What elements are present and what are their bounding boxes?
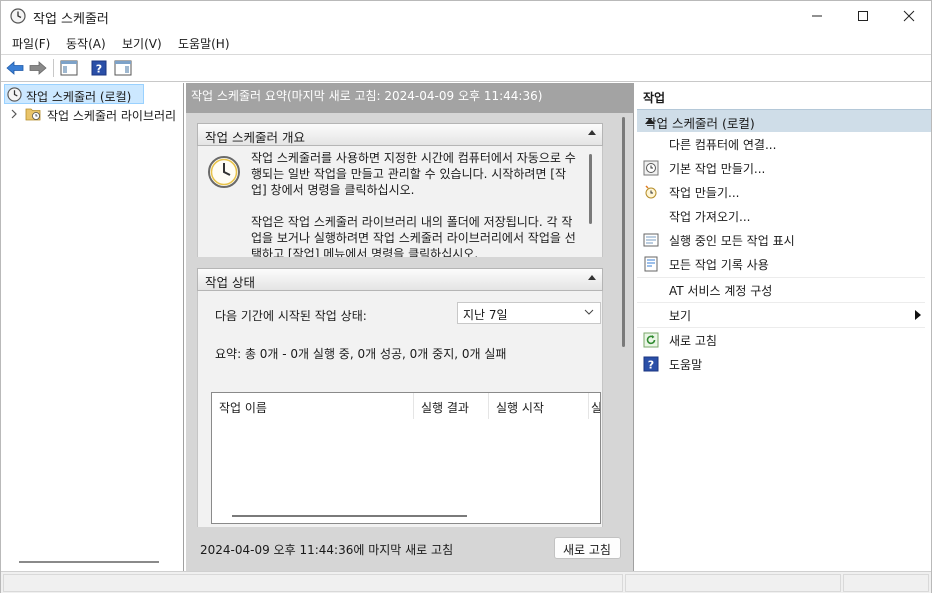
actions-group-title: 작업 스케줄러 (로컬)	[645, 116, 755, 131]
action-view[interactable]: 보기	[637, 302, 925, 326]
task-history-icon	[643, 256, 659, 272]
horizontal-scrollbar[interactable]	[19, 561, 159, 563]
action-configure-at-service-account[interactable]: AT 서비스 계정 구성	[637, 277, 925, 301]
svg-text:?: ?	[96, 63, 102, 76]
clock-icon	[10, 8, 26, 24]
collapse-icon[interactable]	[588, 130, 596, 135]
overview-paragraph: 작업 스케줄러를 사용하면 지정한 시간에 컴퓨터에서 자동으로 수행되는 일반…	[251, 151, 576, 197]
folder-clock-icon	[25, 106, 41, 124]
period-select-value: 지난 7일	[463, 308, 508, 322]
refresh-icon	[643, 332, 659, 348]
vertical-scrollbar[interactable]	[622, 117, 625, 347]
tree-item-task-scheduler-local[interactable]: 작업 스케줄러 (로컬)	[4, 84, 144, 104]
status-bar-cell	[843, 574, 929, 592]
refresh-button-label: 새로 고침	[563, 543, 611, 557]
title-bar: 작업 스케줄러	[1, 1, 931, 31]
action-display-running-tasks[interactable]: 실행 중인 모든 작업 표시	[637, 228, 925, 252]
chevron-right-icon[interactable]	[10, 108, 18, 122]
collapse-icon[interactable]	[588, 275, 596, 280]
action-connect-another-computer[interactable]: 다른 컴퓨터에 연결...	[637, 132, 925, 156]
tree-item-label: 작업 스케줄러 (로컬)	[26, 90, 132, 104]
action-create-basic-task[interactable]: 기본 작업 만들기...	[637, 156, 925, 180]
period-select[interactable]: 지난 7일	[457, 302, 601, 324]
minimize-icon	[812, 15, 822, 17]
clock-icon	[7, 87, 22, 105]
overview-section-title: 작업 스케줄러 개요	[205, 130, 305, 145]
status-bar	[1, 571, 931, 593]
window-title: 작업 스케줄러	[33, 12, 109, 27]
chevron-down-icon	[584, 309, 594, 315]
actions-pane-title: 작업	[643, 91, 666, 105]
tree-item-label: 작업 스케줄러 라이브러리	[47, 109, 177, 123]
action-refresh[interactable]: 새로 고침	[637, 327, 925, 351]
status-section-title: 작업 상태	[205, 275, 255, 290]
svg-text:?: ?	[648, 359, 654, 372]
task-status-table: 작업 이름 실행 결과 실행 시작 실	[211, 392, 601, 524]
maximize-button[interactable]	[840, 1, 886, 31]
overview-section-header[interactable]: 작업 스케줄러 개요	[197, 123, 603, 146]
summary-header-text: 작업 스케줄러 요약(마지막 새로 고침: 2024-04-09 오후 11:4…	[191, 89, 543, 103]
period-label: 다음 기간에 시작된 작업 상태:	[215, 309, 367, 323]
horizontal-scrollbar[interactable]	[232, 515, 467, 517]
menu-file[interactable]: 파일(F)	[12, 35, 50, 52]
forward-arrow-icon[interactable]	[28, 58, 48, 78]
task-scheduler-window: 작업 스케줄러 파일(F) 동작(A) 보기(V) 도움말(H) ? 작업 스케…	[0, 0, 932, 593]
action-enable-task-history[interactable]: 모든 작업 기록 사용	[637, 252, 925, 276]
maximize-icon	[858, 11, 868, 21]
console-tree-pane: 작업 스케줄러 (로컬) 작업 스케줄러 라이브러리	[1, 83, 184, 571]
menu-view[interactable]: 보기(V)	[122, 35, 162, 52]
basic-task-icon	[643, 160, 659, 176]
column-header-run-result[interactable]: 실행 결과	[414, 393, 489, 419]
summary-pane: 작업 스케줄러 요약(마지막 새로 고침: 2024-04-09 오후 11:4…	[186, 83, 634, 571]
status-section-header[interactable]: 작업 상태	[197, 268, 603, 291]
back-arrow-icon[interactable]	[5, 58, 25, 78]
overview-paragraph: 작업은 작업 스케줄러 라이브러리 내의 폴더에 저장됩니다. 각 작업을 보거…	[251, 215, 576, 257]
tree-item-task-scheduler-library[interactable]: 작업 스케줄러 라이브러리	[1, 104, 183, 124]
show-hide-action-pane-icon[interactable]	[113, 58, 133, 78]
close-button[interactable]	[886, 1, 932, 31]
overview-section-body: 작업 스케줄러를 사용하면 지정한 시간에 컴퓨터에서 자동으로 수행되는 일반…	[197, 146, 603, 257]
column-header-run-end[interactable]: 실	[589, 393, 600, 419]
toolbar-separator	[53, 59, 54, 77]
running-tasks-icon	[643, 232, 659, 248]
last-refresh-text: 2024-04-09 오후 11:44:36에 마지막 새로 고침	[200, 543, 454, 557]
column-header-run-start[interactable]: 실행 시작	[489, 393, 589, 419]
create-task-icon	[643, 184, 659, 200]
menu-action[interactable]: 동작(A)	[66, 35, 106, 52]
actions-pane: 작업 작업 스케줄러 (로컬) 다른 컴퓨터에 연결... 기본 작업 만들기.…	[637, 83, 931, 571]
toolbar: ?	[1, 55, 931, 82]
actions-group-header[interactable]: 작업 스케줄러 (로컬)	[637, 109, 931, 132]
help-icon: ?	[643, 356, 659, 372]
overview-text: 작업 스케줄러를 사용하면 지정한 시간에 컴퓨터에서 자동으로 수행되는 일반…	[251, 150, 581, 257]
collapse-icon[interactable]	[645, 118, 655, 124]
vertical-scrollbar[interactable]	[589, 154, 592, 224]
status-summary: 요약: 총 0개 - 0개 실행 중, 0개 성공, 0개 중지, 0개 실패	[215, 347, 507, 361]
clock-icon	[207, 155, 241, 192]
show-hide-console-tree-icon[interactable]	[59, 58, 79, 78]
column-header-task-name[interactable]: 작업 이름	[212, 393, 414, 419]
submenu-arrow-icon	[915, 310, 921, 320]
menu-help[interactable]: 도움말(H)	[178, 35, 230, 52]
action-create-task[interactable]: 작업 만들기...	[637, 180, 925, 204]
summary-header: 작업 스케줄러 요약(마지막 새로 고침: 2024-04-09 오후 11:4…	[186, 83, 634, 113]
minimize-button[interactable]	[794, 1, 840, 31]
status-section-body: 다음 기간에 시작된 작업 상태: 지난 7일 요약: 총 0개 - 0개 실행…	[197, 291, 603, 527]
action-import-task[interactable]: 작업 가져오기...	[637, 204, 925, 228]
help-icon[interactable]: ?	[89, 58, 109, 78]
menu-bar: 파일(F) 동작(A) 보기(V) 도움말(H)	[1, 31, 931, 55]
status-bar-cell	[625, 574, 841, 592]
refresh-button[interactable]: 새로 고침	[554, 537, 621, 559]
action-help[interactable]: ? 도움말	[637, 352, 925, 376]
status-bar-cell	[3, 574, 623, 592]
close-icon	[903, 10, 915, 22]
